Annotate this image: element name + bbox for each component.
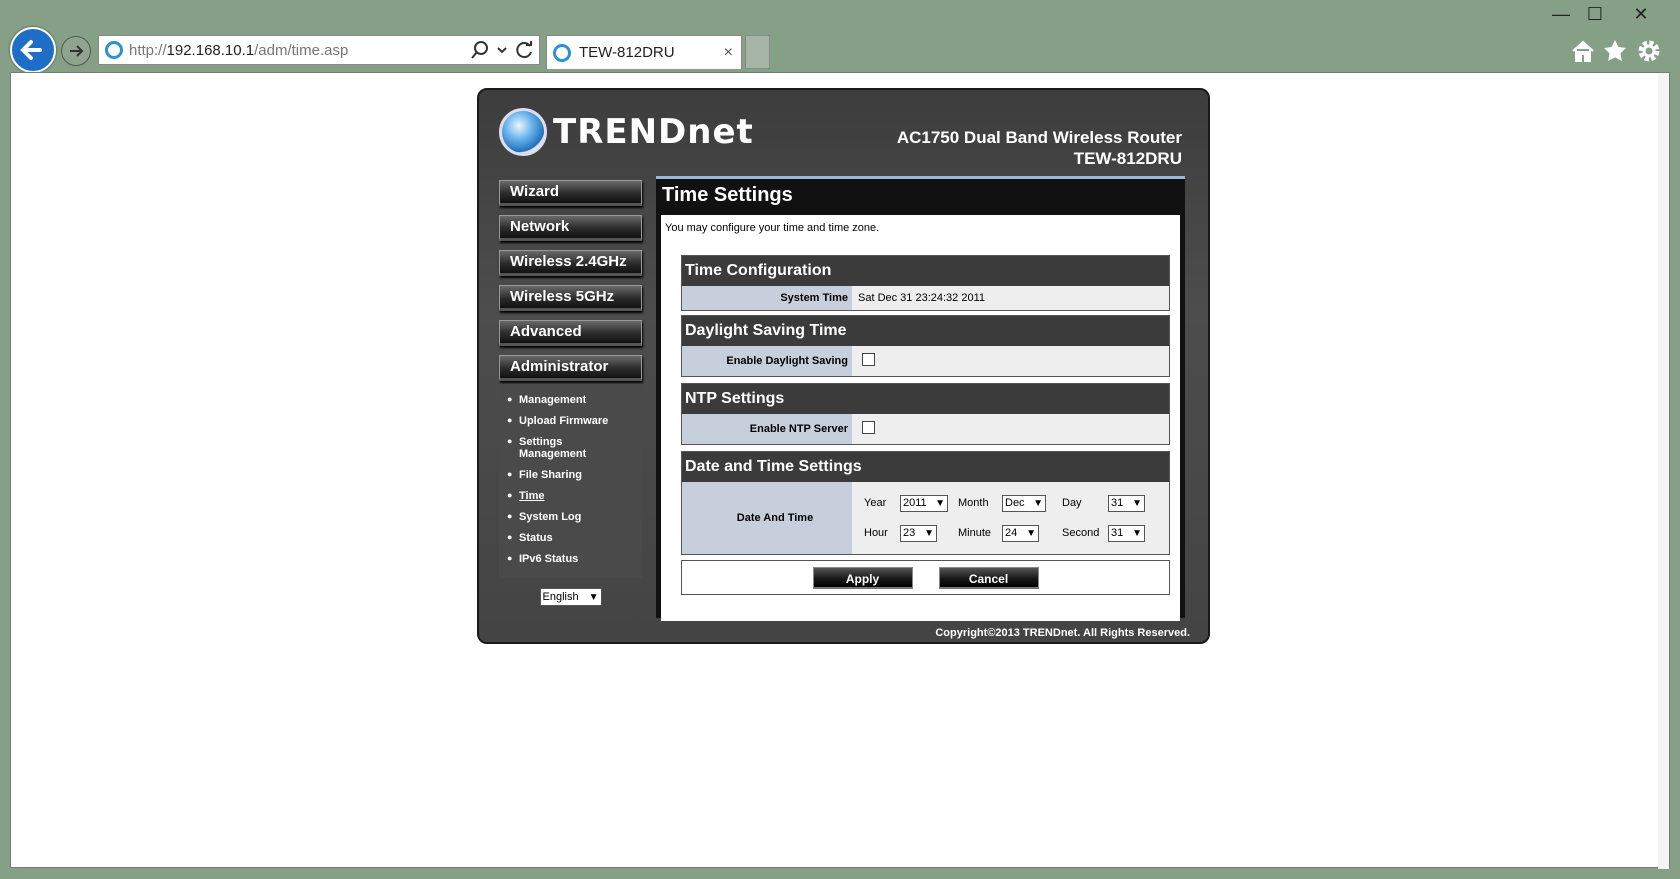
scrollbar[interactable]	[1658, 73, 1669, 869]
language-select[interactable]: English ▼	[539, 588, 602, 606]
chevron-down-icon: ▼	[1026, 527, 1036, 539]
favorites-star-icon[interactable]	[1602, 38, 1628, 64]
content-body: You may configure your time and time zon…	[661, 215, 1180, 621]
system-time-label: System Time	[682, 286, 852, 310]
content-area: Time Settings You may configure your tim…	[656, 176, 1185, 621]
globe-logo-icon	[499, 108, 547, 156]
nav-administrator[interactable]: Administrator	[499, 355, 642, 381]
enable-ntp-server-label: Enable NTP Server	[682, 414, 852, 444]
section-heading: NTP Settings	[682, 384, 1169, 414]
maximize-button[interactable]: ☐	[1578, 4, 1612, 25]
tab-title: TEW-812DRU	[579, 44, 675, 61]
administrator-submenu: ● Management ● Upload Firmware ● Settings M…	[499, 384, 642, 578]
month-select[interactable]: Dec ▼	[1002, 494, 1046, 512]
browser-viewport: TRENDnet AC1750 Dual Band Wireless Route…	[10, 72, 1670, 869]
ie-tab-icon	[553, 43, 571, 62]
browser-titlebar: — ☐ ✕ http://192.168.10.1/adm/time.asp T…	[0, 0, 1680, 73]
nav-wizard[interactable]: Wizard	[499, 180, 642, 206]
chevron-down-icon: ▼	[1132, 497, 1142, 509]
second-select[interactable]: 31 ▼	[1108, 524, 1145, 542]
enable-daylight-saving-label: Enable Daylight Saving	[682, 346, 852, 376]
nav-advanced[interactable]: Advanced	[499, 320, 642, 346]
chevron-down-icon: ▼	[588, 591, 599, 603]
section-heading: Time Configuration	[682, 256, 1169, 286]
month-label: Month	[958, 497, 989, 509]
chevron-down-icon[interactable]	[495, 43, 509, 57]
minimize-button[interactable]: —	[1544, 4, 1578, 25]
year-label: Year	[864, 497, 887, 509]
section-heading: Date and Time Settings	[682, 452, 1169, 482]
address-url[interactable]: http://192.168.10.1/adm/time.asp	[129, 42, 469, 59]
section-heading: Daylight Saving Time	[682, 316, 1169, 346]
chevron-down-icon: ▼	[935, 497, 945, 509]
trendnet-logo: TRENDnet	[499, 108, 754, 156]
system-time-value: Sat Dec 31 23:24:32 2011	[858, 292, 986, 304]
ntp-server-checkbox[interactable]	[862, 421, 875, 434]
nav-wireless-24ghz[interactable]: Wireless 2.4GHz	[499, 250, 642, 276]
submenu-time[interactable]: ● Time	[507, 490, 642, 502]
year-select[interactable]: 2011 ▼	[900, 494, 948, 512]
close-window-button[interactable]: ✕	[1624, 4, 1658, 25]
brand-name: TRENDnet	[553, 112, 754, 152]
hour-select[interactable]: 23 ▼	[900, 524, 937, 542]
date-and-time-label: Date And Time	[682, 482, 852, 554]
home-icon[interactable]	[1570, 38, 1596, 64]
day-label: Day	[1062, 497, 1082, 509]
chevron-down-icon: ▼	[1132, 527, 1142, 539]
address-bar[interactable]: http://192.168.10.1/adm/time.asp	[98, 35, 540, 65]
submenu-file-sharing[interactable]: ● File Sharing	[507, 469, 642, 481]
gear-icon[interactable]	[1636, 38, 1662, 64]
new-tab-button[interactable]	[745, 35, 770, 69]
close-tab-icon[interactable]: ×	[724, 44, 733, 62]
second-label: Second	[1062, 527, 1100, 539]
page-title: Time Settings	[662, 184, 793, 206]
refresh-icon[interactable]	[515, 40, 535, 60]
minute-select[interactable]: 24 ▼	[1002, 524, 1039, 542]
day-select[interactable]: 31 ▼	[1108, 494, 1145, 512]
arrow-left-icon	[20, 40, 42, 60]
minute-label: Minute	[958, 527, 992, 539]
daylight-saving-checkbox[interactable]	[862, 353, 875, 366]
arrow-right-icon	[70, 45, 84, 57]
nav-wireless-5ghz[interactable]: Wireless 5GHz	[499, 285, 642, 311]
model-description: AC1750 Dual Band Wireless Router	[896, 128, 1182, 147]
submenu-ipv6-status[interactable]: ● IPv6 Status	[507, 553, 642, 565]
back-button[interactable]	[10, 27, 56, 73]
forward-button[interactable]	[61, 36, 91, 66]
submenu-settings-management[interactable]: ● Settings Management	[507, 436, 642, 460]
submenu-upload-firmware[interactable]: ● Upload Firmware	[507, 415, 642, 427]
nav-network[interactable]: Network	[499, 215, 642, 241]
date-time-settings-section: Date and Time Settings Date And Time Yea…	[681, 451, 1170, 555]
date-time-fields: Year 2011 ▼ Month Dec ▼ Day 31 ▼ Hour 23 ▼ M…	[852, 487, 1168, 550]
left-nav: Wizard Network Wireless 2.4GHz Wireless …	[499, 180, 642, 606]
cancel-button[interactable]: Cancel	[938, 566, 1039, 589]
apply-button[interactable]: Apply	[812, 566, 913, 589]
submenu-management[interactable]: ● Management	[507, 394, 642, 406]
copyright-footer: Copyright©2013 TRENDnet. All Rights Rese…	[935, 627, 1190, 639]
search-icon[interactable]	[469, 39, 491, 61]
action-bar: Apply Cancel	[681, 560, 1170, 595]
page-description: You may configure your time and time zon…	[665, 222, 880, 234]
language-value: English	[542, 591, 579, 603]
browser-tab[interactable]: TEW-812DRU ×	[546, 35, 742, 69]
hour-label: Hour	[864, 527, 888, 539]
chevron-down-icon: ▼	[1033, 497, 1043, 509]
daylight-saving-section: Daylight Saving Time Enable Daylight Sav…	[681, 315, 1170, 377]
time-configuration-section: Time Configuration System Time Sat Dec 3…	[681, 255, 1170, 311]
submenu-system-log[interactable]: ● System Log	[507, 511, 642, 523]
ntp-settings-section: NTP Settings Enable NTP Server	[681, 383, 1170, 445]
submenu-status[interactable]: ● Status	[507, 532, 642, 544]
model-number: TEW-812DRU	[1073, 149, 1182, 168]
ie-page-icon	[105, 41, 123, 59]
router-panel: TRENDnet AC1750 Dual Band Wireless Route…	[477, 88, 1210, 644]
chevron-down-icon: ▼	[924, 527, 934, 539]
